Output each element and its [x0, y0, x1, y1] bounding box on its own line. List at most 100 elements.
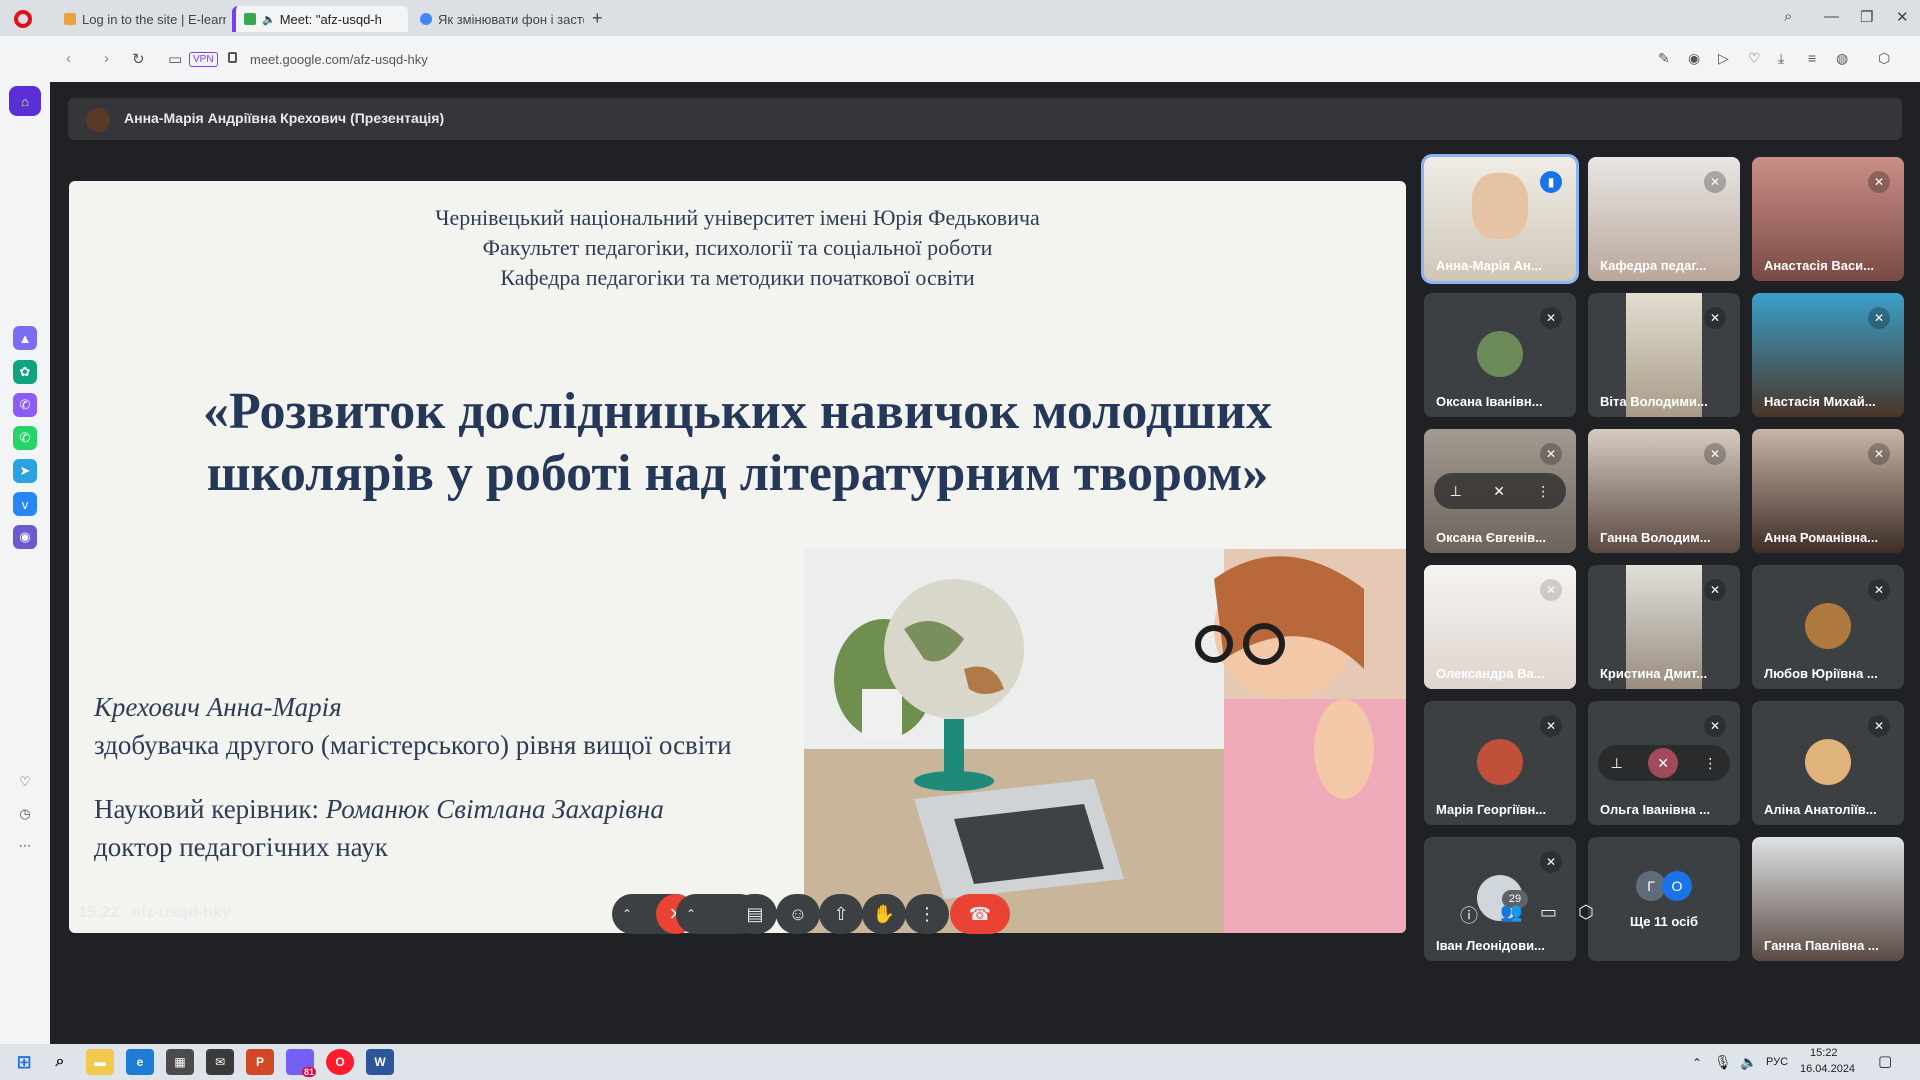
volume-icon[interactable]: 🔈: [1740, 1054, 1757, 1071]
participant-name: Олександра Ва...: [1436, 666, 1545, 681]
microphone-tray-icon[interactable]: 🎙: [1714, 1054, 1732, 1071]
participant-tile[interactable]: ✕ Анна Романівна...: [1752, 429, 1904, 553]
meet-controls-bar: 15:22 afz-usqd-hky ⌃ ✕ ⌃ ▭ ▤ ☺ ⇧ ✋ ⋮ ☎ ⓘ…: [52, 882, 1920, 964]
powerpoint-icon[interactable]: P: [246, 1049, 274, 1075]
participant-tile[interactable]: ✕ Олександра Ва...: [1424, 565, 1576, 689]
meeting-info-icon[interactable]: ⓘ: [1460, 902, 1478, 928]
raise-hand-button[interactable]: ✋: [862, 894, 906, 934]
tab-meet[interactable]: 🔈 Meet: "afz-usqd-h: [232, 6, 408, 32]
people-icon[interactable]: 👥: [1500, 902, 1522, 923]
search-tabs-icon[interactable]: ⌕: [1784, 8, 1792, 25]
more-options-button[interactable]: ⋮: [905, 894, 949, 934]
mail-icon[interactable]: ✉: [206, 1049, 234, 1075]
pin-icon[interactable]: ⊥: [1450, 483, 1462, 500]
slide-header: Чернівецький національний університет ім…: [69, 203, 1406, 293]
back-icon[interactable]: ‹: [66, 50, 71, 67]
favorites-heart-icon[interactable]: ♡: [13, 770, 37, 794]
captions-button[interactable]: ▤: [733, 894, 777, 934]
vpn-badge[interactable]: VPN: [189, 52, 218, 67]
camera-icon[interactable]: ▭: [168, 50, 182, 68]
activities-icon[interactable]: ⬡: [1578, 902, 1594, 923]
participant-name: Ганна Володим...: [1600, 530, 1711, 545]
participant-tile[interactable]: ✕ Кристина Дмит...: [1588, 565, 1740, 689]
opera-sidebar: ⌂ ☆ ▲ ✿ ✆ ✆ ➤ v ◉ ♡ ◷ ⋯: [0, 36, 50, 1044]
mute-participant-icon[interactable]: ✕: [1648, 748, 1679, 778]
participant-tile[interactable]: ✕ Віта Володими...: [1588, 293, 1740, 417]
whatsapp-icon[interactable]: ✆: [13, 426, 37, 450]
download-icon[interactable]: ⤓: [1778, 50, 1784, 67]
opera-taskbar-icon[interactable]: O: [326, 1049, 354, 1075]
taskbar-date[interactable]: 16.04.2024: [1800, 1063, 1855, 1075]
pin-icon[interactable]: ⊥: [1611, 755, 1623, 772]
chevron-up-icon[interactable]: ⌃: [622, 907, 632, 921]
notifications-icon[interactable]: ▢: [1878, 1052, 1892, 1070]
restore-icon[interactable]: ❐: [1860, 8, 1873, 26]
tab-elearning[interactable]: Log in to the site | E-learni: [56, 6, 226, 32]
windows-start-icon[interactable]: ⊞: [10, 1049, 38, 1075]
forward-icon[interactable]: ›: [104, 50, 109, 67]
participant-tile[interactable]: ✕ Оксана Іванівн...: [1424, 293, 1576, 417]
avatar: [1805, 603, 1851, 649]
close-icon[interactable]: ✕: [1896, 8, 1909, 26]
participant-tile[interactable]: ✕ Кафедра педаг...: [1588, 157, 1740, 281]
mic-off-icon: ✕: [1868, 307, 1890, 329]
telegram-icon[interactable]: ➤: [13, 459, 37, 483]
word-icon[interactable]: W: [366, 1049, 394, 1075]
extensions-icon[interactable]: ⬡: [1878, 50, 1890, 67]
participant-tile[interactable]: ✕ Ганна Володим...: [1588, 429, 1740, 553]
store-icon[interactable]: ▦: [166, 1049, 194, 1075]
player-icon[interactable]: ◉: [13, 525, 37, 549]
mic-off-icon: ✕: [1704, 171, 1726, 193]
participant-tile[interactable]: ✕ Аліна Анатоліїв...: [1752, 701, 1904, 825]
mic-off-icon: ✕: [1868, 443, 1890, 465]
emoji-button[interactable]: ☺: [776, 894, 820, 934]
participant-tile[interactable]: ✕ Марія Георгіївн...: [1424, 701, 1576, 825]
edge-icon[interactable]: e: [126, 1049, 154, 1075]
tab-google-help[interactable]: Як змінювати фон і засто: [412, 6, 584, 32]
edit-icon[interactable]: ✎: [1658, 50, 1670, 67]
meet-icon: [244, 13, 256, 25]
girl-with-globe-illustration: [804, 549, 1406, 933]
chat-icon[interactable]: ▭: [1540, 902, 1557, 923]
search-icon[interactable]: ⌕: [46, 1049, 74, 1075]
minimize-icon[interactable]: —: [1824, 8, 1839, 25]
snapshot-icon[interactable]: ◉: [1688, 50, 1700, 67]
participant-tile[interactable]: ⊥ ✕ ⋮ ✕ Ольга Іванівна ...: [1588, 701, 1740, 825]
file-explorer-icon[interactable]: ▬: [86, 1049, 114, 1075]
more-options-icon[interactable]: ⋮: [1703, 755, 1717, 772]
input-language[interactable]: РУС: [1766, 1056, 1788, 1068]
url-field[interactable]: meet.google.com/afz-usqd-hky: [250, 52, 428, 67]
opera-logo-icon[interactable]: [14, 10, 32, 28]
leave-call-button[interactable]: ☎: [950, 894, 1010, 934]
heart-icon[interactable]: ♡: [1748, 50, 1761, 67]
vk-icon[interactable]: v: [13, 492, 37, 516]
speaker-icon[interactable]: 🔈: [262, 13, 276, 26]
taskbar-time[interactable]: 15:22: [1810, 1047, 1838, 1059]
viber-icon[interactable]: 81: [286, 1049, 316, 1077]
participant-tile[interactable]: ▮ Анна-Марія Ан...: [1421, 154, 1579, 284]
participant-tile[interactable]: ⊥ ✕ ⋮ ✕ Оксана Євгенів...: [1424, 429, 1576, 553]
more-sidebar-icon[interactable]: ⋯: [13, 834, 37, 858]
history-icon[interactable]: ◷: [13, 802, 37, 826]
participant-name: Настасія Михай...: [1764, 394, 1876, 409]
profile-icon[interactable]: ◍: [1836, 50, 1848, 67]
new-tab-plus-icon[interactable]: +: [592, 8, 603, 29]
participant-name: Марія Георгіївн...: [1436, 802, 1547, 817]
participant-tile[interactable]: ✕ Настасія Михай...: [1752, 293, 1904, 417]
chevron-up-tray-icon[interactable]: ⌃: [1692, 1056, 1702, 1070]
more-options-icon[interactable]: ⋮: [1536, 483, 1550, 500]
star-icon[interactable]: ☆: [13, 92, 37, 116]
participant-tile[interactable]: ✕ Любов Юріївна ...: [1752, 565, 1904, 689]
aria-icon[interactable]: ▲: [13, 326, 37, 350]
chevron-up-icon[interactable]: ⌃: [686, 907, 696, 921]
lock-icon[interactable]: [228, 52, 237, 63]
menu-icon[interactable]: ≡: [1808, 50, 1816, 66]
mute-participant-icon[interactable]: ✕: [1493, 483, 1505, 500]
participant-tile[interactable]: ✕ Анастасія Васи...: [1752, 157, 1904, 281]
chatgpt-icon[interactable]: ✿: [13, 360, 37, 384]
mic-off-icon: ✕: [1540, 443, 1562, 465]
present-button[interactable]: ⇧: [819, 894, 863, 934]
play-icon[interactable]: ▷: [1718, 50, 1729, 67]
messenger-icon[interactable]: ✆: [13, 393, 37, 417]
reload-icon[interactable]: ↻: [132, 50, 145, 68]
